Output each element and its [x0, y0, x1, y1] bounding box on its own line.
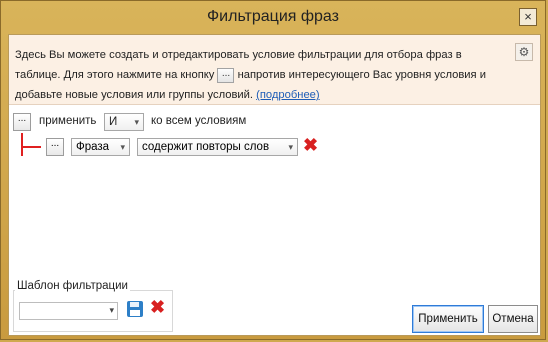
filter-dialog: Фильтрация фраз × Здесь Вы можете создат… [0, 0, 546, 340]
info-panel: Здесь Вы можете создать и отредактироват… [9, 35, 540, 105]
condition-field-value: Фраза [76, 141, 110, 153]
close-button[interactable]: × [519, 8, 537, 26]
chevron-down-icon: ▾ [134, 117, 139, 127]
template-select[interactable]: ▾ [19, 302, 118, 320]
tree-connector-horizontal [21, 146, 41, 148]
title-bar[interactable]: Фильтрация фраз × [1, 1, 545, 33]
more-info-link[interactable]: (подробнее) [256, 89, 320, 101]
template-label: Шаблон фильтрации [15, 280, 130, 292]
logic-operator-select[interactable]: И ▾ [104, 113, 144, 131]
window-title: Фильтрация фраз [207, 8, 339, 25]
save-icon[interactable] [126, 300, 144, 318]
info-text: Здесь Вы можете создать и отредактироват… [15, 45, 505, 105]
root-menu-button[interactable]: ... [13, 113, 31, 131]
apply-button[interactable]: Применить [412, 305, 484, 333]
close-icon[interactable]: ✖ [303, 135, 318, 156]
delete-icon[interactable]: ✖ [150, 297, 165, 318]
condition-operator-value: содержит повторы слов [142, 141, 270, 153]
dialog-content: Здесь Вы можете создать и отредактироват… [8, 34, 541, 336]
condition-operator-select[interactable]: содержит повторы слов ▾ [137, 138, 298, 156]
apply-label: применить [39, 115, 97, 127]
chevron-down-icon: ▾ [120, 142, 125, 152]
gear-icon[interactable]: ⚙ [515, 43, 533, 61]
tree-connector-vertical [21, 133, 23, 156]
cancel-button[interactable]: Отмена [488, 305, 538, 333]
chevron-down-icon: ▾ [288, 142, 293, 152]
condition-menu-button[interactable]: ... [46, 138, 64, 156]
inline-menu-button-sample: ... [217, 67, 235, 83]
all-conditions-label: ко всем условиям [151, 115, 247, 127]
logic-operator-value: И [109, 116, 118, 128]
chevron-down-icon: ▾ [109, 305, 114, 315]
condition-field-select[interactable]: Фраза ▾ [71, 138, 130, 156]
